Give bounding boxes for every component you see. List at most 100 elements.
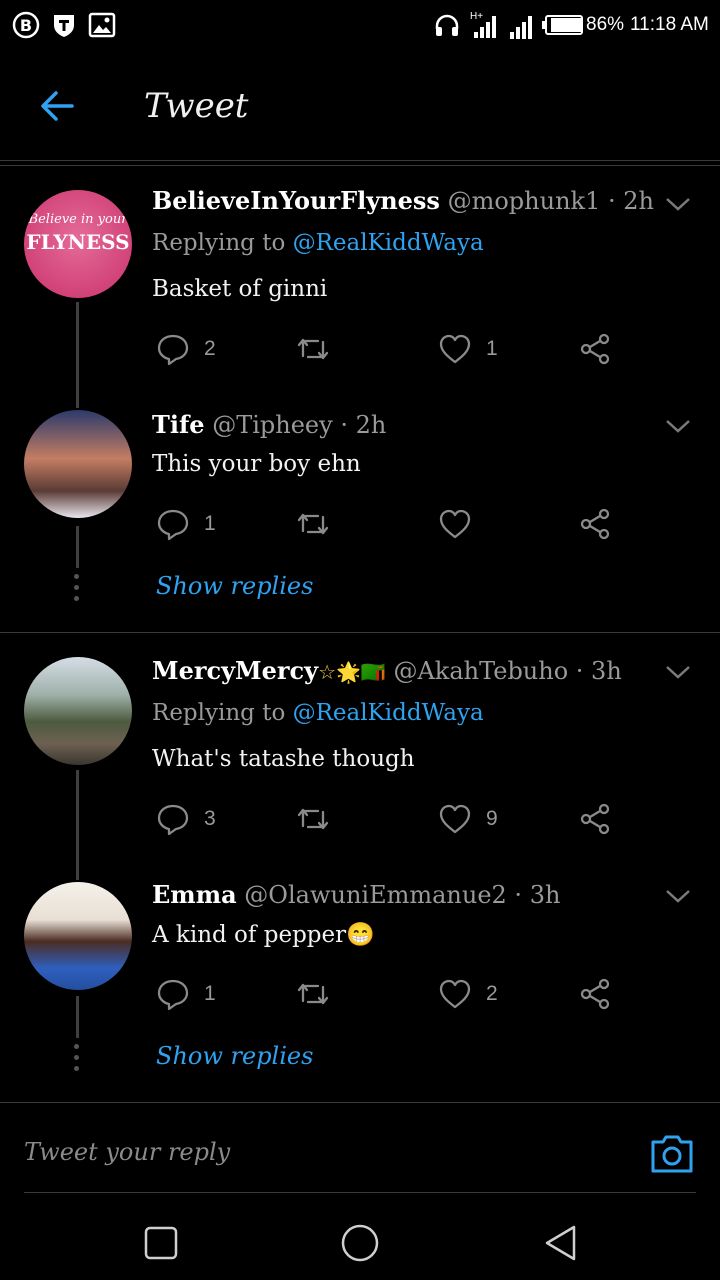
like-icon [439,334,471,364]
camera-icon [651,1135,693,1173]
navigation-bar [0,1198,720,1280]
like-icon [439,804,471,834]
b-app-icon: B [12,11,40,39]
user-handle: @Tipheey · 2h [212,411,387,439]
divider [0,632,720,633]
reply-underline [24,1192,696,1193]
share-button[interactable] [578,507,612,541]
avatar[interactable] [24,657,132,765]
battery-percent: 86% [586,14,625,35]
share-button[interactable] [578,332,612,366]
tweet-text: This your boy ehn [152,451,361,477]
user-handle: @mophunk1 · 2h [447,187,654,215]
avatar[interactable] [24,410,132,518]
back-button[interactable] [36,84,80,128]
chevron-down-icon[interactable] [664,888,692,904]
clock: 11:18 AM [630,14,709,35]
retweet-button[interactable] [296,332,344,366]
like-icon [439,979,471,1009]
like-button[interactable]: 9 [438,802,498,836]
page-title: Tweet [144,86,249,126]
tweet-header: BelieveInYourFlyness @mophunk1 · 2h [152,186,654,215]
reply-icon [157,334,189,366]
reply-button[interactable]: 3 [156,802,216,836]
divider [0,1102,720,1103]
like-button[interactable]: 1 [438,332,498,366]
retweet-icon [297,808,329,830]
replying-to: Replying to @RealKiddWaya [152,700,484,726]
avatar-text: FLYNESS [26,230,130,254]
reply-icon [157,804,189,836]
chevron-down-icon[interactable] [664,418,692,434]
user-name[interactable]: Tife [152,410,205,439]
thread-line [76,996,79,1038]
reply-button[interactable]: 1 [156,977,216,1011]
camera-button[interactable] [648,1132,696,1176]
retweet-button[interactable] [296,507,344,541]
share-icon [580,803,610,835]
retweet-button[interactable] [296,977,344,1011]
user-name[interactable]: MercyMercy [152,656,318,685]
chevron-down-icon[interactable] [664,664,692,680]
reply-input[interactable]: Tweet your reply [24,1138,230,1166]
headset-icon [434,13,460,43]
reply-count: 1 [204,982,216,1005]
share-button[interactable] [578,977,612,1011]
divider [0,165,720,166]
user-handle: @OlawuniEmmanue2 · 3h [244,881,561,909]
tweet-text: A kind of pepper😁 [152,922,375,948]
status-bar: B H+ 86% 11:18 AM [0,0,720,52]
reply-button[interactable]: 1 [156,507,216,541]
retweet-icon [297,338,329,360]
image-icon [88,11,116,39]
tweet-header: Tife @Tipheey · 2h [152,410,386,439]
circle-icon[interactable] [340,1223,380,1263]
reply-count: 1 [204,512,216,535]
show-replies-link[interactable]: Show replies [156,1042,313,1070]
replying-label: Replying to [152,230,286,256]
like-button[interactable] [438,507,486,541]
tweet-text: Basket of ginni [152,276,328,302]
user-handle: @AkahTebuho · 3h [393,657,622,685]
reply-count: 2 [204,337,216,360]
retweet-icon [297,983,329,1005]
thread-line [76,770,79,880]
tweet-header: MercyMercy☆🌟🇿🇲 @AkahTebuho · 3h [152,656,622,685]
avatar[interactable]: Believe in your FLYNESS [24,190,132,298]
share-icon [580,508,610,540]
square-icon[interactable] [144,1226,178,1260]
like-count: 9 [486,807,498,830]
show-replies-link[interactable]: Show replies [156,572,313,600]
like-button[interactable]: 2 [438,977,498,1011]
user-name[interactable]: BelieveInYourFlyness [152,186,440,215]
user-name[interactable]: Emma [152,880,237,909]
replying-label: Replying to [152,700,286,726]
thread-line [76,526,79,568]
replying-to: Replying to @RealKiddWaya [152,230,484,256]
triangle-back-icon[interactable] [542,1224,578,1262]
tweet-text: What's tatashe though [152,746,415,772]
reply-button[interactable]: 2 [156,332,216,366]
retweet-icon [297,513,329,535]
battery-icon [542,15,584,39]
signal-icon: H+ [470,10,498,44]
mention-link[interactable]: @RealKiddWaya [293,700,484,726]
retweet-button[interactable] [296,802,344,836]
reply-icon [157,509,189,541]
thread-line [76,302,79,408]
share-button[interactable] [578,802,612,836]
like-icon [439,509,471,539]
svg-text:B: B [20,16,32,35]
thread-dots [74,574,80,607]
share-icon [580,333,610,365]
back-arrow-icon [41,91,74,121]
shield-icon [50,11,78,39]
chevron-down-icon[interactable] [664,196,692,212]
mention-link[interactable]: @RealKiddWaya [293,230,484,256]
tweet-header: Emma @OlawuniEmmanue2 · 3h [152,880,560,909]
share-icon [580,978,610,1010]
avatar[interactable] [24,882,132,990]
network-type: H+ [470,11,483,22]
reply-count: 3 [204,807,216,830]
name-emoji: ☆🌟🇿🇲 [318,660,386,684]
